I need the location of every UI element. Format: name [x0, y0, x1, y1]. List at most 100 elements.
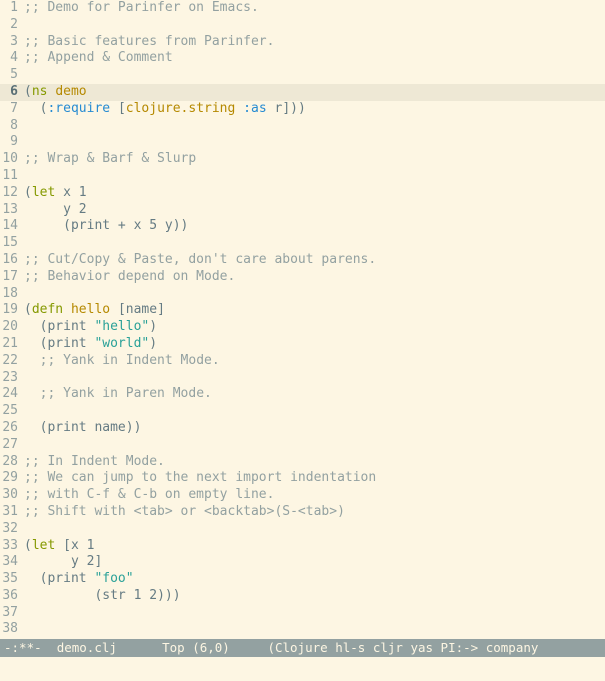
token-paren: )) — [173, 218, 189, 233]
code-line[interactable]: 34 y 2] — [0, 554, 605, 571]
code-content[interactable]: ;; Wrap & Barf & Slurp — [24, 151, 605, 168]
code-content[interactable] — [24, 370, 605, 387]
code-content[interactable] — [24, 118, 605, 135]
code-content[interactable] — [24, 437, 605, 454]
line-number: 2 — [0, 17, 24, 34]
token-paren: ( — [24, 84, 32, 99]
code-line[interactable]: 32 — [0, 521, 605, 538]
code-line[interactable]: 22 ;; Yank in Indent Mode. — [0, 353, 605, 370]
code-line[interactable]: 3;; Basic features from Parinfer. — [0, 34, 605, 51]
line-number: 30 — [0, 487, 24, 504]
code-content[interactable]: ;; Yank in Paren Mode. — [24, 386, 605, 403]
token-comment: ;; Behavior depend on Mode. — [24, 269, 235, 284]
code-content[interactable]: y 2] — [24, 554, 605, 571]
token-plain: str 1 2 — [102, 588, 157, 603]
code-line[interactable]: 27 — [0, 437, 605, 454]
code-line[interactable]: 2 — [0, 17, 605, 34]
code-content[interactable]: ;; We can jump to the next import indent… — [24, 470, 605, 487]
code-content[interactable]: ;; Cut/Copy & Paste, don't care about pa… — [24, 252, 605, 269]
code-content[interactable] — [24, 67, 605, 84]
code-line[interactable]: 29;; We can jump to the next import inde… — [0, 470, 605, 487]
token-plain: y 2 — [24, 554, 94, 569]
token-paren: ( — [63, 218, 71, 233]
token-comment: ;; In Indent Mode. — [24, 454, 165, 469]
code-line[interactable]: 24 ;; Yank in Paren Mode. — [0, 386, 605, 403]
code-line[interactable]: 8 — [0, 118, 605, 135]
code-line[interactable]: 4;; Append & Comment — [0, 50, 605, 67]
code-line[interactable]: 26 (print name)) — [0, 420, 605, 437]
code-content[interactable]: y 2 — [24, 202, 605, 219]
code-line[interactable]: 17;; Behavior depend on Mode. — [0, 269, 605, 286]
code-line[interactable]: 6(ns demo — [0, 84, 605, 101]
code-content[interactable]: (print "world") — [24, 336, 605, 353]
token-plain — [110, 302, 118, 317]
line-number: 23 — [0, 370, 24, 387]
code-line[interactable]: 10;; Wrap & Barf & Slurp — [0, 151, 605, 168]
code-content[interactable]: (print "foo" — [24, 571, 605, 588]
code-content[interactable]: ;; In Indent Mode. — [24, 454, 605, 471]
token-plain: print — [47, 336, 94, 351]
code-content[interactable] — [24, 17, 605, 34]
code-line[interactable]: 25 — [0, 403, 605, 420]
code-line[interactable]: 7 (:require [clojure.string :as r])) — [0, 101, 605, 118]
code-content[interactable] — [24, 168, 605, 185]
code-line[interactable]: 16;; Cut/Copy & Paste, don't care about … — [0, 252, 605, 269]
code-content[interactable] — [24, 605, 605, 622]
token-plain: print name — [47, 420, 125, 435]
code-content[interactable]: ;; Yank in Indent Mode. — [24, 353, 605, 370]
code-content[interactable]: (defn hello [name] — [24, 302, 605, 319]
code-content[interactable] — [24, 521, 605, 538]
token-plain — [55, 538, 63, 553]
code-line[interactable]: 35 (print "foo" — [0, 571, 605, 588]
code-content[interactable]: ;; Append & Comment — [24, 50, 605, 67]
code-line[interactable]: 5 — [0, 67, 605, 84]
line-number: 5 — [0, 67, 24, 84]
editor-area[interactable]: 1;; Demo for Parinfer on Emacs.23;; Basi… — [0, 0, 605, 639]
code-line[interactable]: 31;; Shift with <tab> or <backtab>(S-<ta… — [0, 504, 605, 521]
code-content[interactable] — [24, 403, 605, 420]
code-content[interactable] — [24, 286, 605, 303]
code-content[interactable] — [24, 134, 605, 151]
code-content[interactable]: ;; Shift with <tab> or <backtab>(S-<tab>… — [24, 504, 605, 521]
code-line[interactable]: 38 — [0, 621, 605, 638]
token-paren: [ — [118, 302, 126, 317]
code-line[interactable]: 12(let x 1 — [0, 185, 605, 202]
code-line[interactable]: 13 y 2 — [0, 202, 605, 219]
code-content[interactable]: ;; Demo for Parinfer on Emacs. — [24, 0, 605, 17]
token-comment: ;; We can jump to the next import indent… — [24, 470, 376, 485]
code-line[interactable]: 14 (print + x 5 y)) — [0, 218, 605, 235]
code-content[interactable]: (let [x 1 — [24, 538, 605, 555]
code-line[interactable]: 23 — [0, 370, 605, 387]
code-line[interactable]: 33(let [x 1 — [0, 538, 605, 555]
code-content[interactable]: (:require [clojure.string :as r])) — [24, 101, 605, 118]
code-line[interactable]: 11 — [0, 168, 605, 185]
token-plain: x 1 — [71, 538, 94, 553]
code-content[interactable]: (str 1 2))) — [24, 588, 605, 605]
code-content[interactable] — [24, 621, 605, 638]
code-content[interactable]: (let x 1 — [24, 185, 605, 202]
code-line[interactable]: 15 — [0, 235, 605, 252]
code-content[interactable] — [24, 235, 605, 252]
code-content[interactable]: (print + x 5 y)) — [24, 218, 605, 235]
code-content[interactable]: ;; Basic features from Parinfer. — [24, 34, 605, 51]
code-content[interactable]: ;; Behavior depend on Mode. — [24, 269, 605, 286]
line-number: 3 — [0, 34, 24, 51]
code-line[interactable]: 20 (print "hello") — [0, 319, 605, 336]
minibuffer[interactable] — [0, 657, 605, 681]
code-line[interactable]: 19(defn hello [name] — [0, 302, 605, 319]
modeline: -:**- demo.clj Top (6,0) (Clojure hl-s c… — [0, 639, 605, 657]
code-line[interactable]: 37 — [0, 605, 605, 622]
code-line[interactable]: 18 — [0, 286, 605, 303]
code-line[interactable]: 1;; Demo for Parinfer on Emacs. — [0, 0, 605, 17]
code-line[interactable]: 9 — [0, 134, 605, 151]
code-content[interactable]: (ns demo — [24, 84, 605, 101]
code-line[interactable]: 28;; In Indent Mode. — [0, 454, 605, 471]
code-content[interactable]: (print "hello") — [24, 319, 605, 336]
code-line[interactable]: 30;; with C-f & C-b on empty line. — [0, 487, 605, 504]
token-paren: ] — [157, 302, 165, 317]
code-content[interactable]: (print name)) — [24, 420, 605, 437]
code-line[interactable]: 21 (print "world") — [0, 336, 605, 353]
token-plain — [235, 101, 243, 116]
code-content[interactable]: ;; with C-f & C-b on empty line. — [24, 487, 605, 504]
code-line[interactable]: 36 (str 1 2))) — [0, 588, 605, 605]
